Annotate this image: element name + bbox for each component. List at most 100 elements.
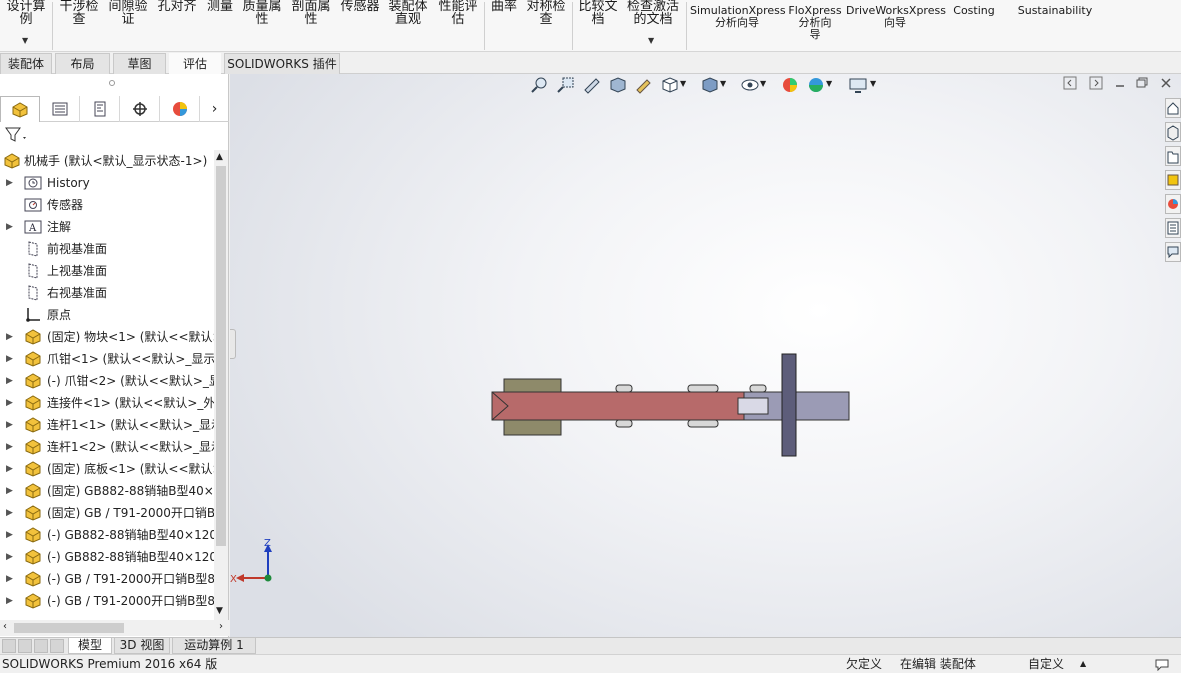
tab-solidworks-addins[interactable]: SOLIDWORKS 插件	[224, 53, 340, 74]
tree-item[interactable]: ▶ 连杆1<2> (默认<<默认>_显示	[0, 436, 214, 458]
measure-button[interactable]: 测量	[203, 0, 237, 13]
expand-arrow-icon[interactable]: ▶	[6, 172, 13, 194]
assembly-model[interactable]	[488, 352, 854, 462]
chevron-right-icon[interactable]: ›	[200, 96, 229, 122]
view-orientation-icon[interactable]	[660, 76, 680, 94]
chevron-up-icon[interactable]: ▲	[216, 152, 223, 162]
tree-item[interactable]: ▶ 连接件<1> (默认<<默认>_外观	[0, 392, 214, 414]
chevron-down-icon[interactable]: ▼	[870, 79, 876, 88]
zoom-to-fit-icon[interactable]	[530, 76, 550, 94]
tree-item[interactable]: ▶ (固定) 物块<1> (默认<<默认>_	[0, 326, 214, 348]
chevron-left-icon[interactable]: ‹	[3, 621, 7, 632]
expand-arrow-icon[interactable]: ▶	[6, 524, 13, 546]
tree-root-assembly[interactable]: 机械手 (默认<默认_显示状态-1>)	[0, 150, 214, 172]
restore-icon[interactable]	[1135, 76, 1149, 90]
edit-appearance-icon[interactable]	[780, 76, 800, 94]
interference-detection-button[interactable]: 干涉检 查	[56, 0, 102, 26]
next-tab-icon[interactable]	[34, 639, 48, 653]
dimxpert-icon[interactable]	[120, 96, 160, 122]
view-palette-icon[interactable]	[1165, 170, 1181, 190]
solidworks-forum-icon[interactable]	[1165, 242, 1181, 262]
tree-item[interactable]: ▶ 连杆1<1> (默认<<默认>_显示	[0, 414, 214, 436]
tree-item[interactable]: ▶ (-) GB882-88销轴B型40×120-	[0, 546, 214, 568]
tree-item[interactable]: ▶ (固定) 底板<1> (默认<<默认>_	[0, 458, 214, 480]
design-library-icon[interactable]	[1165, 122, 1181, 142]
filter-icon[interactable]	[4, 126, 28, 144]
display-style-icon[interactable]	[700, 76, 720, 94]
tree-item[interactable]: ▶ A 注解	[0, 216, 214, 238]
view-settings-icon[interactable]	[848, 76, 868, 94]
tree-item[interactable]: 右视基准面	[0, 282, 214, 304]
tree-item[interactable]: ▶ (-) GB / T91-2000开口销B型8	[0, 568, 214, 590]
propertymanager-icon[interactable]	[40, 96, 80, 122]
tree-item[interactable]: ▶ (固定) GB / T91-2000开口销B	[0, 502, 214, 524]
section-view-icon[interactable]	[608, 76, 628, 94]
section-properties-button[interactable]: 剖面属 性	[288, 0, 334, 26]
mass-properties-button[interactable]: 质量属 性	[239, 0, 285, 26]
curvature-button[interactable]: 曲率	[488, 0, 520, 13]
tree-item[interactable]: ▶ (-) 爪钳<2> (默认<<默认>_显	[0, 370, 214, 392]
tree-item[interactable]: 传感器	[0, 194, 214, 216]
pin-part[interactable]	[749, 384, 767, 393]
chevron-down-icon[interactable]: ▼	[760, 79, 766, 88]
featuremanager-tree-icon[interactable]	[0, 96, 40, 122]
expand-arrow-icon[interactable]: ▶	[6, 458, 13, 480]
tree-item[interactable]: 上视基准面	[0, 260, 214, 282]
close-icon[interactable]	[1159, 76, 1173, 90]
chevron-up-icon[interactable]: ▲	[1080, 655, 1086, 673]
pin-part[interactable]	[687, 419, 719, 428]
zoom-to-area-icon[interactable]	[556, 76, 576, 94]
chevron-down-icon[interactable]: ▼	[22, 36, 28, 45]
costing-button[interactable]: Costing	[946, 5, 1002, 17]
unit-system[interactable]: 自定义	[1028, 655, 1064, 673]
expand-arrow-icon[interactable]: ▶	[6, 590, 13, 612]
expand-arrow-icon[interactable]: ▶	[6, 370, 13, 392]
tree-horizontal-scroll-thumb[interactable]	[14, 623, 124, 633]
expand-arrow-icon[interactable]: ▶	[6, 436, 13, 458]
connecting-rod[interactable]	[491, 391, 745, 421]
chevron-down-icon[interactable]: ▼	[720, 79, 726, 88]
help-tooltip-icon[interactable]	[1154, 657, 1170, 671]
tree-item[interactable]: ▶ (-) GB / T91-2000开口销B型8	[0, 590, 214, 612]
panel-collapse-handle[interactable]	[230, 329, 236, 359]
floxpress-button[interactable]: FloXpress 分析向 导	[786, 5, 844, 41]
graphics-viewport[interactable]: ▼ ▼ ▼ ▼ ▼ Z X	[230, 74, 1181, 637]
chevron-down-icon[interactable]: ▼	[680, 79, 686, 88]
custom-properties-icon[interactable]	[1165, 218, 1181, 238]
symmetry-check-button[interactable]: 对称检 查	[523, 0, 569, 26]
minimize-icon[interactable]	[1113, 76, 1127, 90]
assembly-visualization-button[interactable]: 装配体 直观	[385, 0, 431, 26]
simulationxpress-button[interactable]: SimulationXpress 分析向导	[690, 5, 786, 29]
expand-arrow-icon[interactable]: ▶	[6, 392, 13, 414]
dynamic-annotation-icon[interactable]	[634, 76, 654, 94]
tree-item[interactable]: 前视基准面	[0, 238, 214, 260]
first-tab-icon[interactable]	[2, 639, 16, 653]
expand-arrow-icon[interactable]: ▶	[6, 216, 13, 238]
last-tab-icon[interactable]	[50, 639, 64, 653]
panel-grip-icon[interactable]	[109, 80, 115, 86]
check-active-document-button[interactable]: 检查激活 的文档	[624, 0, 682, 26]
previous-tab-icon[interactable]	[18, 639, 32, 653]
chevron-right-icon[interactable]: ›	[219, 621, 223, 632]
clearance-verification-button[interactable]: 间隙验 证	[105, 0, 151, 26]
tab-evaluate[interactable]: 评估	[169, 53, 221, 74]
apply-scene-icon[interactable]	[806, 76, 826, 94]
tree-vertical-scroll-thumb[interactable]	[216, 166, 226, 546]
expand-arrow-icon[interactable]: ▶	[6, 502, 13, 524]
pin-part[interactable]	[687, 384, 719, 393]
pin-part[interactable]	[615, 419, 633, 428]
expand-arrow-icon[interactable]: ▶	[6, 348, 13, 370]
connector-part[interactable]	[737, 397, 769, 415]
pin-part[interactable]	[615, 384, 633, 393]
file-explorer-icon[interactable]	[1165, 146, 1181, 166]
expand-arrow-icon[interactable]: ▶	[6, 326, 13, 348]
tree-item[interactable]: ▶ History	[0, 172, 214, 194]
expand-arrow-icon[interactable]: ▶	[6, 546, 13, 568]
collapse-left-icon[interactable]	[1063, 76, 1077, 90]
tab-sketch[interactable]: 草图	[113, 53, 166, 74]
chevron-down-icon[interactable]: ▼	[216, 606, 223, 616]
hide-show-items-icon[interactable]	[740, 76, 760, 94]
hole-alignment-button[interactable]: 孔对齐	[154, 0, 200, 13]
chevron-down-icon[interactable]: ▼	[648, 36, 654, 45]
tab-model[interactable]: 模型	[68, 638, 112, 654]
